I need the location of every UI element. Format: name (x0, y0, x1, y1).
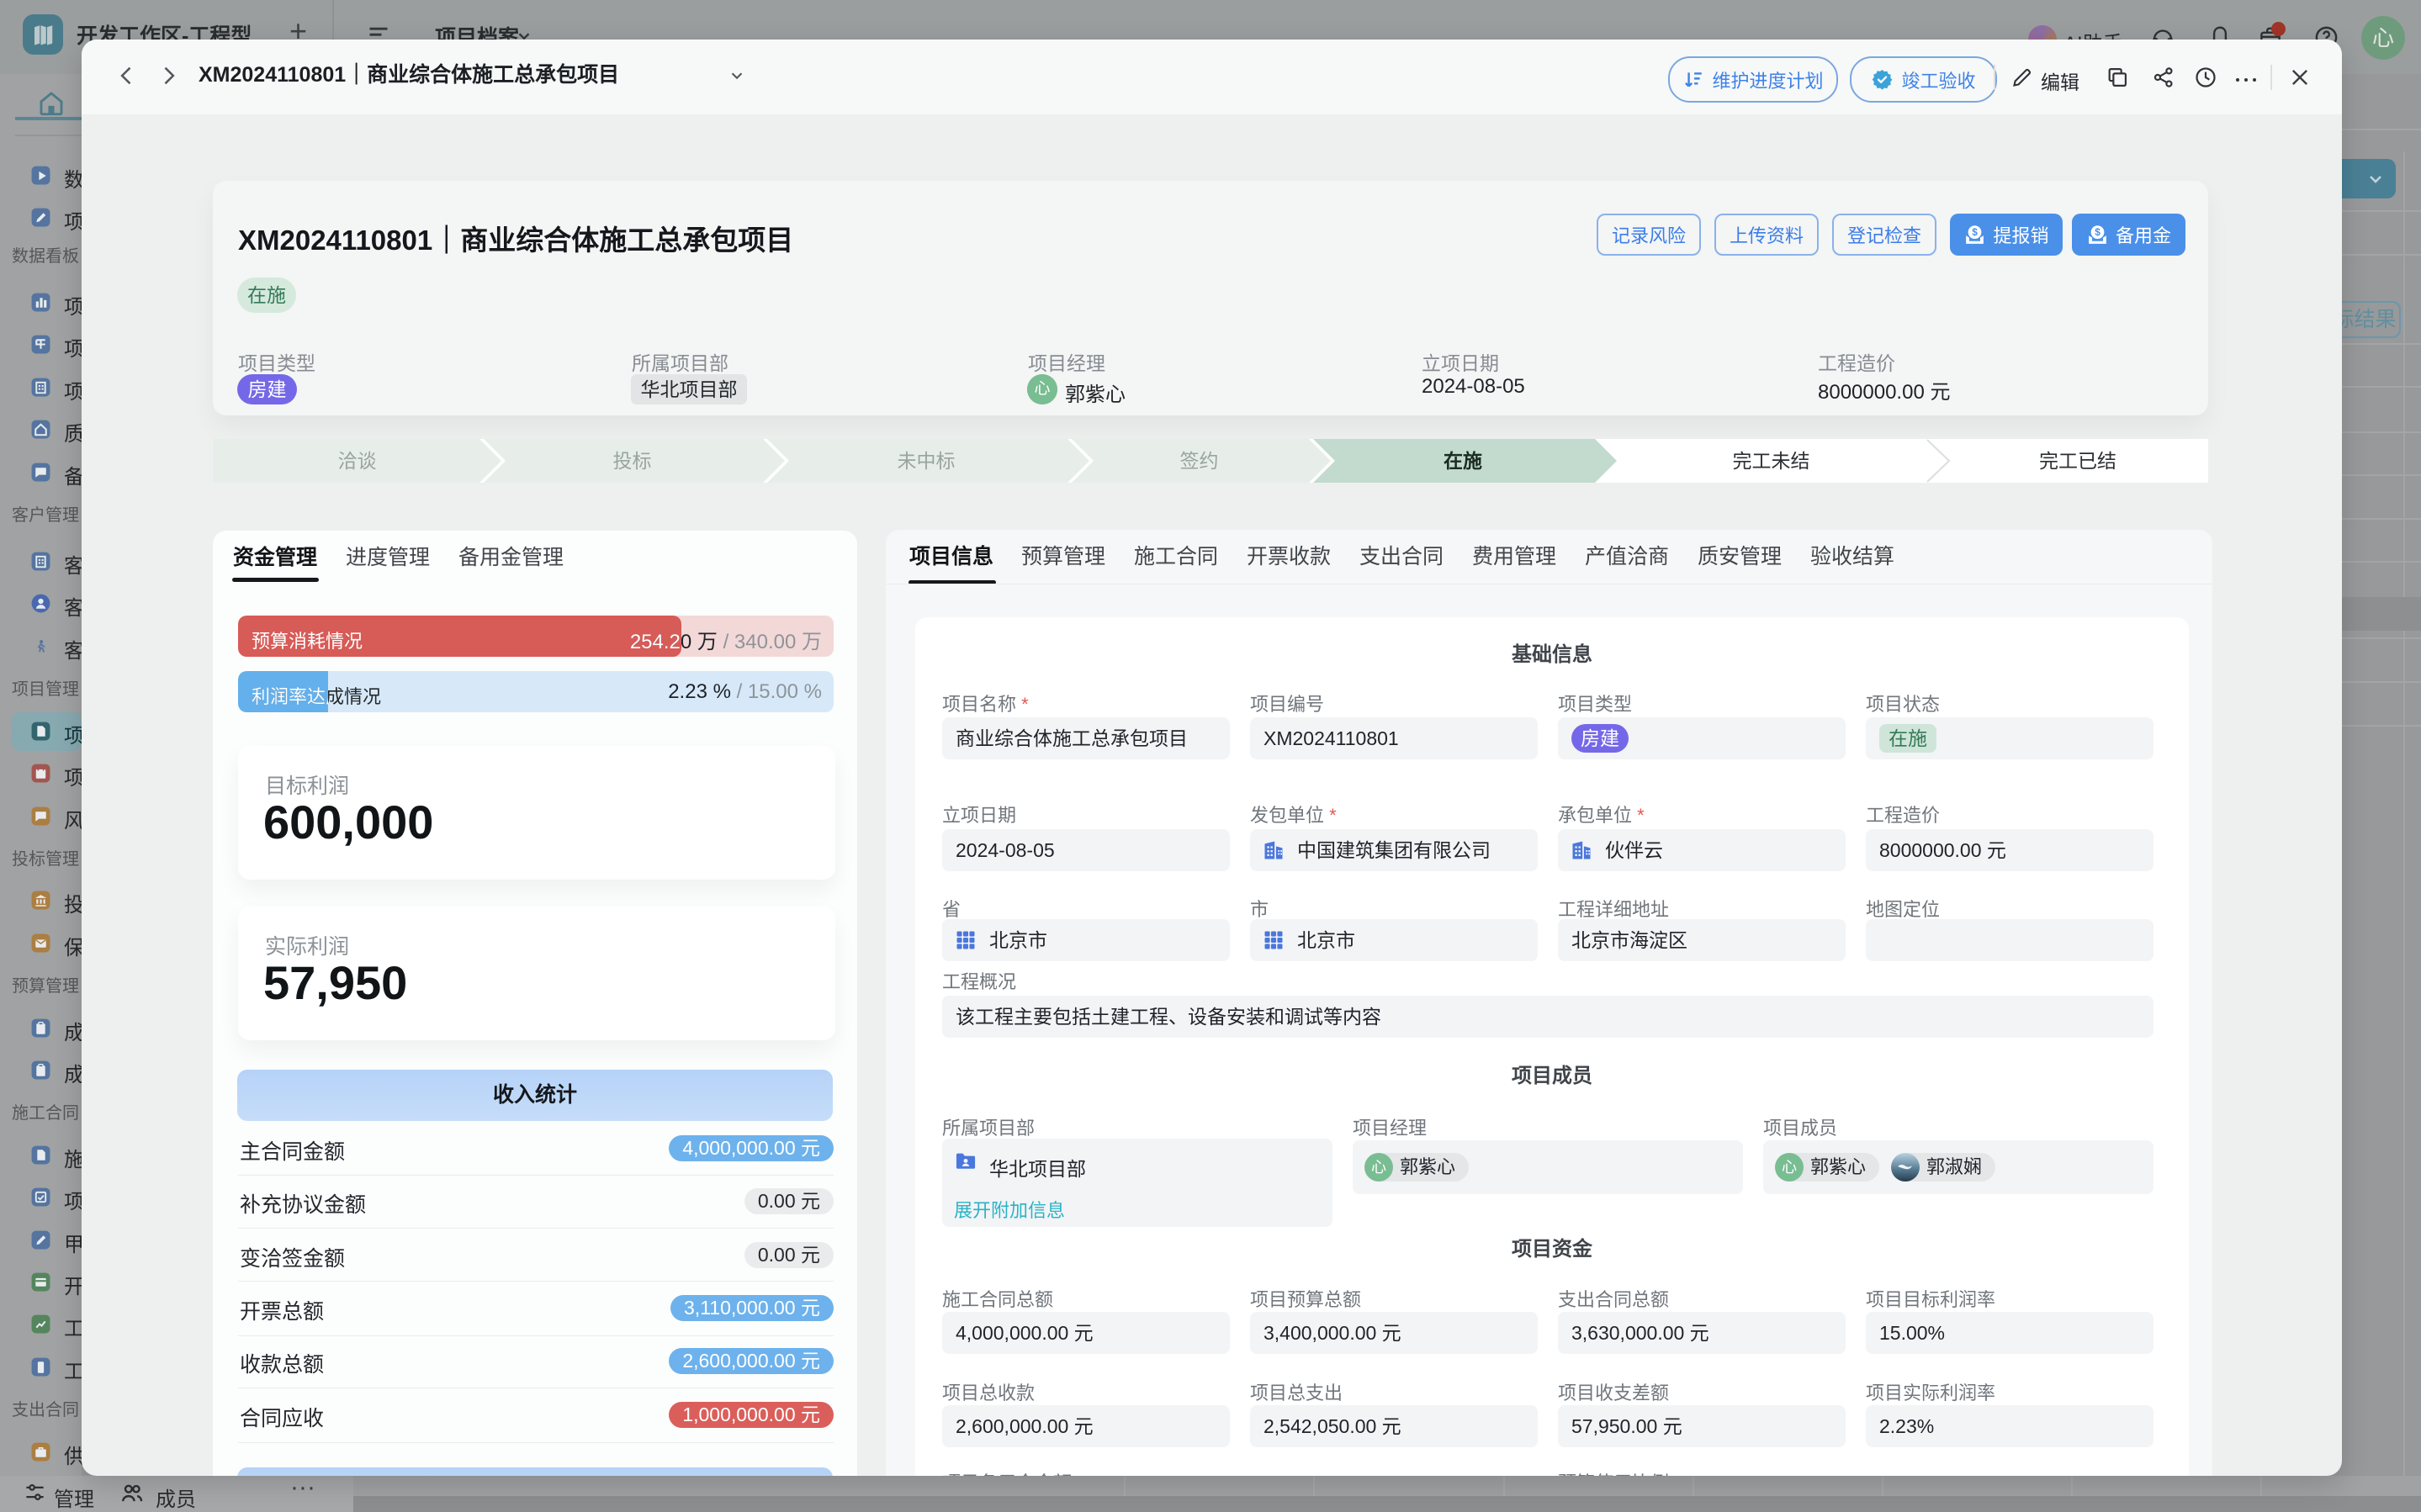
svg-text:$: $ (2095, 226, 2100, 238)
svg-text:$: $ (1973, 226, 1979, 238)
